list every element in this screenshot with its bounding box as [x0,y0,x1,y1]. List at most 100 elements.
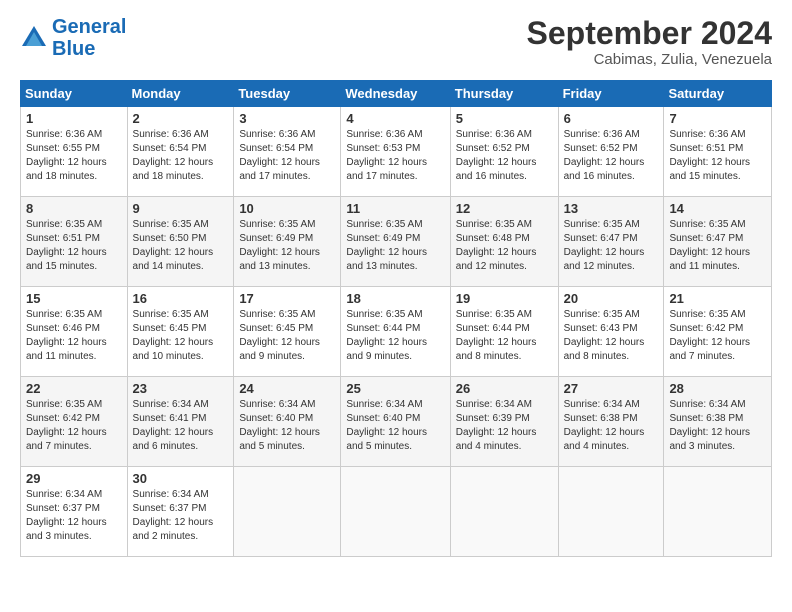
day-number: 2 [133,111,229,126]
day-info: Sunrise: 6:35 AMSunset: 6:43 PMDaylight:… [564,309,645,362]
calendar-cell: 1 Sunrise: 6:36 AMSunset: 6:55 PMDayligh… [21,107,128,197]
header-saturday: Saturday [664,81,772,107]
day-number: 20 [564,291,659,306]
logo-text: GeneralBlue [52,16,126,60]
calendar-cell: 28 Sunrise: 6:34 AMSunset: 6:38 PMDaylig… [664,377,772,467]
calendar-cell: 12 Sunrise: 6:35 AMSunset: 6:48 PMDaylig… [450,197,558,287]
day-number: 15 [26,291,122,306]
day-info: Sunrise: 6:34 AMSunset: 6:37 PMDaylight:… [26,489,107,542]
day-info: Sunrise: 6:35 AMSunset: 6:48 PMDaylight:… [456,219,537,272]
calendar-cell: 9 Sunrise: 6:35 AMSunset: 6:50 PMDayligh… [127,197,234,287]
header-wednesday: Wednesday [341,81,450,107]
calendar-week-3: 15 Sunrise: 6:35 AMSunset: 6:46 PMDaylig… [21,287,772,377]
day-info: Sunrise: 6:35 AMSunset: 6:46 PMDaylight:… [26,309,107,362]
header-thursday: Thursday [450,81,558,107]
day-number: 18 [346,291,444,306]
day-number: 7 [669,111,766,126]
calendar-cell: 18 Sunrise: 6:35 AMSunset: 6:44 PMDaylig… [341,287,450,377]
day-number: 9 [133,201,229,216]
day-info: Sunrise: 6:34 AMSunset: 6:41 PMDaylight:… [133,399,214,452]
day-number: 6 [564,111,659,126]
day-info: Sunrise: 6:35 AMSunset: 6:45 PMDaylight:… [239,309,320,362]
calendar-cell: 25 Sunrise: 6:34 AMSunset: 6:40 PMDaylig… [341,377,450,467]
calendar-cell: 2 Sunrise: 6:36 AMSunset: 6:54 PMDayligh… [127,107,234,197]
day-info: Sunrise: 6:36 AMSunset: 6:52 PMDaylight:… [456,129,537,182]
calendar-cell: 7 Sunrise: 6:36 AMSunset: 6:51 PMDayligh… [664,107,772,197]
day-info: Sunrise: 6:36 AMSunset: 6:55 PMDaylight:… [26,129,107,182]
calendar-cell: 17 Sunrise: 6:35 AMSunset: 6:45 PMDaylig… [234,287,341,377]
header-sunday: Sunday [21,81,128,107]
calendar-cell [450,467,558,557]
day-number: 11 [346,201,444,216]
day-info: Sunrise: 6:35 AMSunset: 6:47 PMDaylight:… [669,219,750,272]
day-number: 14 [669,201,766,216]
calendar-week-4: 22 Sunrise: 6:35 AMSunset: 6:42 PMDaylig… [21,377,772,467]
header-monday: Monday [127,81,234,107]
title-block: September 2024 Cabimas, Zulia, Venezuela [527,16,772,68]
calendar-cell: 5 Sunrise: 6:36 AMSunset: 6:52 PMDayligh… [450,107,558,197]
day-number: 13 [564,201,659,216]
day-info: Sunrise: 6:35 AMSunset: 6:51 PMDaylight:… [26,219,107,272]
day-number: 5 [456,111,553,126]
calendar-cell: 15 Sunrise: 6:35 AMSunset: 6:46 PMDaylig… [21,287,128,377]
day-info: Sunrise: 6:35 AMSunset: 6:49 PMDaylight:… [239,219,320,272]
header: GeneralBlue September 2024 Cabimas, Zuli… [20,16,772,68]
day-number: 16 [133,291,229,306]
calendar-cell: 13 Sunrise: 6:35 AMSunset: 6:47 PMDaylig… [558,197,664,287]
calendar-cell: 6 Sunrise: 6:36 AMSunset: 6:52 PMDayligh… [558,107,664,197]
day-info: Sunrise: 6:35 AMSunset: 6:42 PMDaylight:… [26,399,107,452]
day-info: Sunrise: 6:34 AMSunset: 6:37 PMDaylight:… [133,489,214,542]
day-number: 23 [133,381,229,396]
day-info: Sunrise: 6:35 AMSunset: 6:44 PMDaylight:… [346,309,427,362]
day-info: Sunrise: 6:35 AMSunset: 6:47 PMDaylight:… [564,219,645,272]
calendar-cell: 14 Sunrise: 6:35 AMSunset: 6:47 PMDaylig… [664,197,772,287]
day-number: 10 [239,201,335,216]
day-info: Sunrise: 6:34 AMSunset: 6:38 PMDaylight:… [564,399,645,452]
calendar-cell: 8 Sunrise: 6:35 AMSunset: 6:51 PMDayligh… [21,197,128,287]
calendar-cell: 29 Sunrise: 6:34 AMSunset: 6:37 PMDaylig… [21,467,128,557]
calendar-cell: 19 Sunrise: 6:35 AMSunset: 6:44 PMDaylig… [450,287,558,377]
day-number: 27 [564,381,659,396]
day-number: 4 [346,111,444,126]
day-number: 1 [26,111,122,126]
day-number: 28 [669,381,766,396]
subtitle: Cabimas, Zulia, Venezuela [527,51,772,68]
day-number: 3 [239,111,335,126]
calendar-cell: 24 Sunrise: 6:34 AMSunset: 6:40 PMDaylig… [234,377,341,467]
day-info: Sunrise: 6:35 AMSunset: 6:50 PMDaylight:… [133,219,214,272]
day-info: Sunrise: 6:36 AMSunset: 6:51 PMDaylight:… [669,129,750,182]
day-info: Sunrise: 6:34 AMSunset: 6:39 PMDaylight:… [456,399,537,452]
day-number: 29 [26,471,122,486]
day-number: 17 [239,291,335,306]
header-friday: Friday [558,81,664,107]
day-number: 30 [133,471,229,486]
day-info: Sunrise: 6:35 AMSunset: 6:49 PMDaylight:… [346,219,427,272]
calendar-week-5: 29 Sunrise: 6:34 AMSunset: 6:37 PMDaylig… [21,467,772,557]
calendar-cell: 4 Sunrise: 6:36 AMSunset: 6:53 PMDayligh… [341,107,450,197]
header-tuesday: Tuesday [234,81,341,107]
calendar-cell: 27 Sunrise: 6:34 AMSunset: 6:38 PMDaylig… [558,377,664,467]
day-number: 26 [456,381,553,396]
day-number: 8 [26,201,122,216]
day-info: Sunrise: 6:34 AMSunset: 6:40 PMDaylight:… [346,399,427,452]
calendar-cell: 16 Sunrise: 6:35 AMSunset: 6:45 PMDaylig… [127,287,234,377]
day-number: 12 [456,201,553,216]
day-info: Sunrise: 6:34 AMSunset: 6:40 PMDaylight:… [239,399,320,452]
calendar-cell: 11 Sunrise: 6:35 AMSunset: 6:49 PMDaylig… [341,197,450,287]
calendar-week-1: 1 Sunrise: 6:36 AMSunset: 6:55 PMDayligh… [21,107,772,197]
day-number: 19 [456,291,553,306]
calendar-cell [341,467,450,557]
calendar-table: Sunday Monday Tuesday Wednesday Thursday… [20,80,772,557]
calendar-cell [664,467,772,557]
calendar-cell [558,467,664,557]
day-info: Sunrise: 6:34 AMSunset: 6:38 PMDaylight:… [669,399,750,452]
day-number: 21 [669,291,766,306]
calendar-cell: 21 Sunrise: 6:35 AMSunset: 6:42 PMDaylig… [664,287,772,377]
weekday-header-row: Sunday Monday Tuesday Wednesday Thursday… [21,81,772,107]
day-info: Sunrise: 6:35 AMSunset: 6:44 PMDaylight:… [456,309,537,362]
logo: GeneralBlue [20,16,126,60]
month-title: September 2024 [527,16,772,51]
calendar-cell: 3 Sunrise: 6:36 AMSunset: 6:54 PMDayligh… [234,107,341,197]
day-info: Sunrise: 6:36 AMSunset: 6:53 PMDaylight:… [346,129,427,182]
day-info: Sunrise: 6:35 AMSunset: 6:42 PMDaylight:… [669,309,750,362]
